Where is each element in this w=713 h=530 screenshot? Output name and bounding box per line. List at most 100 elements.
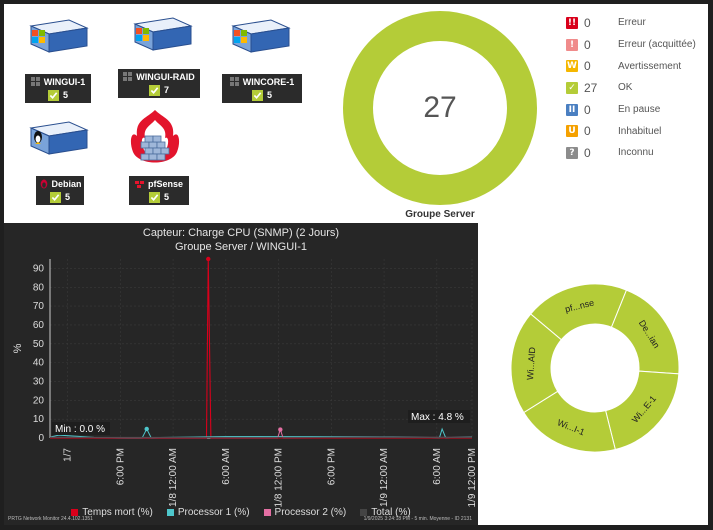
windows-icon xyxy=(30,77,41,87)
server-linux-icon xyxy=(29,121,89,155)
y-tick-label: 60 xyxy=(33,320,45,331)
chart-plot: 0 10 20 30 40 50 60 70 80 90% 1/7 6:00 PM 1/8 12:00 … xyxy=(12,256,478,507)
windows-icon xyxy=(229,77,240,87)
dashboard-canvas: WINGUI-1 5 WINGUI-RAID 7 WINCORE-1 5 Deb… xyxy=(4,4,708,525)
status-label: OK xyxy=(618,82,633,94)
x-tick-label: 1/9 12:00 AM xyxy=(379,448,390,507)
device-label-wingui-1[interactable]: WINGUI-1 5 xyxy=(25,74,91,103)
status-row-ok[interactable]: ✓ 27 OK xyxy=(566,77,696,99)
warning-icon: W xyxy=(566,60,578,73)
chart-footer-info: 1/9/2025 3:24:18 PM - 5 min. Moyenne - I… xyxy=(363,516,472,522)
unusual-icon: U xyxy=(566,125,578,138)
ok-check-icon xyxy=(49,191,61,203)
status-label: Avertissement xyxy=(618,60,682,72)
status-row-unusual[interactable]: U 0 Inhabituel xyxy=(566,120,696,142)
firewall-icon xyxy=(130,110,180,163)
status-label: Inhabituel xyxy=(618,125,662,137)
device-label-wingui-raid[interactable]: WINGUI-RAID 7 xyxy=(118,69,200,98)
group-total-count: 27 xyxy=(423,91,457,124)
y-tick-label: 70 xyxy=(33,301,45,312)
device-label-debian[interactable]: Debian 5 xyxy=(36,176,84,205)
status-row-unknown[interactable]: ? 0 Inconnu xyxy=(566,142,696,164)
device-name: WINGUI-1 xyxy=(43,77,86,87)
y-tick-label: 80 xyxy=(33,282,45,293)
unknown-icon: ? xyxy=(566,146,578,159)
status-legend: !! 0 Erreur ! 0 Erreur (acquittée) W 0 A… xyxy=(566,12,696,164)
status-label: Inconnu xyxy=(618,147,654,159)
group-caption: Groupe Server xyxy=(405,209,475,220)
legend-swatch xyxy=(71,509,79,516)
device-name: WINCORE-1 xyxy=(242,77,295,87)
legend-item-processor-1[interactable]: Processor 1 (%) xyxy=(166,507,250,518)
y-tick-label: 10 xyxy=(33,414,45,425)
x-tick-label: 1/9 12:00 PM xyxy=(467,448,478,507)
y-tick-label: 20 xyxy=(33,395,45,406)
x-tick-label: 6:00 PM xyxy=(326,448,337,485)
x-tick-label: 6:00 PM xyxy=(115,448,126,485)
status-count: 0 xyxy=(584,124,591,139)
device-name: pfSense xyxy=(147,179,183,189)
legend-swatch xyxy=(360,509,368,516)
status-count: 0 xyxy=(584,145,591,160)
y-tick-label: 0 xyxy=(38,433,44,444)
chart-footer-version: PRTG Network Monitor 24.4.102.1351 xyxy=(8,516,93,522)
legend-label: Processor 1 (%) xyxy=(177,507,250,518)
device-sensor-count: 5 xyxy=(64,192,70,202)
status-row-error-ack[interactable]: ! 0 Erreur (acquittée) xyxy=(566,34,696,56)
status-row-warning[interactable]: W 0 Avertissement xyxy=(566,55,696,77)
x-tick-label: 6:00 AM xyxy=(432,448,443,485)
server-windows-icon xyxy=(29,19,89,53)
device-label-wincore-1[interactable]: WINCORE-1 5 xyxy=(222,74,302,103)
status-label: Erreur (acquittée) xyxy=(618,39,696,51)
legend-label: Processor 2 (%) xyxy=(274,507,347,518)
device-pfsense[interactable] xyxy=(116,108,194,170)
status-label: En pause xyxy=(618,104,661,116)
ok-check-icon xyxy=(148,84,160,96)
series-peak-point-2 xyxy=(278,427,283,432)
ok-check-icon xyxy=(251,89,263,101)
cpu-load-chart[interactable]: Capteur: Charge CPU (SNMP) (2 Jours) Gro… xyxy=(4,223,478,525)
server-windows-icon xyxy=(133,17,193,51)
device-sensor-count: 5 xyxy=(163,192,169,202)
series-peak-point-0 xyxy=(206,256,211,262)
windows-icon xyxy=(123,72,133,82)
linux-icon xyxy=(39,179,49,189)
x-tick-label: 1/7 xyxy=(63,448,74,462)
min-label: Min : 0.0 % xyxy=(55,424,105,435)
error-ack-icon: ! xyxy=(566,38,578,51)
device-name: Debian xyxy=(51,179,82,189)
series-line-1 xyxy=(49,427,473,439)
device-wingui-1[interactable] xyxy=(18,18,96,58)
y-tick-label: 50 xyxy=(33,339,45,350)
ok-check-icon xyxy=(47,89,59,101)
series-peak-point-1 xyxy=(144,426,149,432)
status-row-error[interactable]: !! 0 Erreur xyxy=(566,12,696,34)
device-wincore-1[interactable] xyxy=(220,18,298,58)
status-count: 27 xyxy=(584,80,598,95)
device-debian[interactable] xyxy=(18,120,96,160)
firewall-small-icon xyxy=(134,179,145,189)
device-name: WINGUI-RAID xyxy=(136,72,195,82)
legend-swatch xyxy=(263,509,271,516)
legend-item-processor-2[interactable]: Processor 2 (%) xyxy=(263,507,347,518)
group-status-donut[interactable]: 27 xyxy=(340,8,540,208)
sunburst-ring: pf...nseDe...ianWi...E-1Wi...I-1Wi...AID xyxy=(510,283,680,453)
legend-swatch xyxy=(166,509,174,516)
device-sensor-count: 7 xyxy=(163,85,169,95)
status-row-paused[interactable]: II 0 En pause xyxy=(566,99,696,121)
ok-icon: ✓ xyxy=(566,81,578,94)
max-label: Max : 4.8 % xyxy=(411,412,464,423)
status-count: 0 xyxy=(584,15,591,30)
ok-check-icon xyxy=(148,191,160,203)
x-tick-label: 1/8 12:00 AM xyxy=(168,448,179,507)
server-windows-icon xyxy=(231,19,291,53)
device-label-pfsense[interactable]: pfSense 5 xyxy=(129,176,189,205)
device-wingui-raid[interactable] xyxy=(122,16,200,56)
status-count: 0 xyxy=(584,102,591,117)
status-label: Erreur xyxy=(618,17,646,29)
y-axis-label: % xyxy=(12,343,24,353)
y-tick-label: 90 xyxy=(33,263,45,274)
y-tick-label: 30 xyxy=(33,376,45,387)
device-sunburst[interactable]: pf...nse De...ian Wi...E-1 Wi...I-1 Wi...AID xyxy=(509,282,681,454)
device-sensor-count: 5 xyxy=(62,90,68,100)
